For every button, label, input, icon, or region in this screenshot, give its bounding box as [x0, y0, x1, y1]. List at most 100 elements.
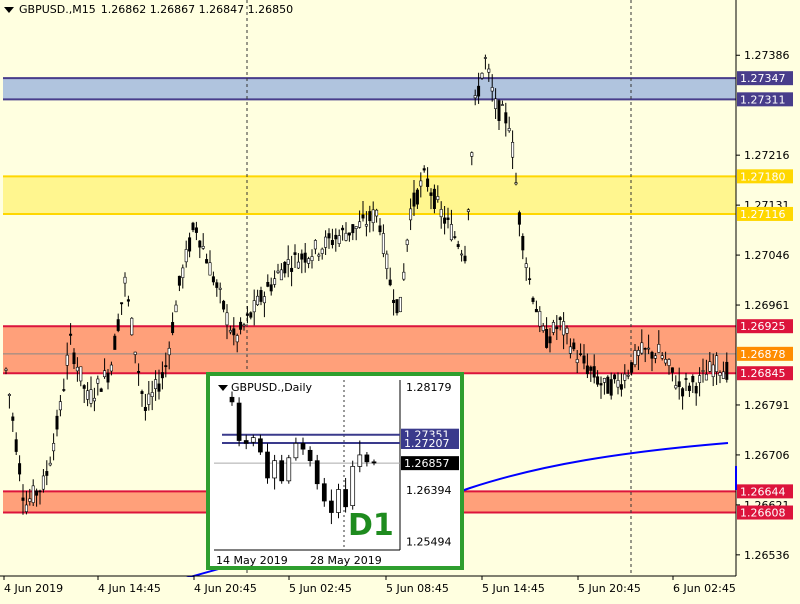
candle-body: [470, 152, 474, 157]
candle-body: [259, 290, 263, 302]
candle-body: [643, 348, 647, 350]
candle-body: [395, 299, 399, 314]
candle-body: [62, 389, 66, 391]
candle-body: [589, 366, 593, 371]
d1-badge: D1: [348, 508, 394, 543]
zone-price-label: 1.27180: [740, 170, 786, 183]
candle-body: [640, 342, 644, 354]
candle-body: [307, 258, 311, 264]
candle-body: [262, 296, 266, 304]
inset-y-tick-label: 1.28179: [406, 381, 452, 394]
candle-body: [45, 471, 49, 476]
candle-body: [381, 233, 385, 254]
candle-body: [521, 236, 525, 251]
candle-body: [65, 354, 69, 366]
price-chart[interactable]: 1.273861.272161.271311.270461.269611.267…: [0, 0, 800, 600]
current-price-label: 1.26878: [740, 348, 786, 361]
zone-price-label: 1.27347: [740, 72, 786, 85]
candle-body: [504, 112, 508, 124]
candle-body: [208, 262, 212, 276]
chart-header: GBPUSD.,M15 1.26862 1.26867 1.26847 1.26…: [4, 3, 293, 16]
candle-body: [497, 100, 501, 121]
candle-body: [551, 322, 555, 333]
candle-body: [239, 321, 243, 330]
candle-body: [232, 328, 236, 336]
candle-body: [69, 333, 73, 336]
candle-body: [694, 385, 698, 394]
candle-body: [126, 299, 130, 302]
inset-x-tick-label: 14 May 2019: [216, 554, 288, 567]
x-tick-label: 5 Jun 02:45: [289, 582, 352, 595]
candle-body: [303, 252, 307, 263]
candle-body: [7, 394, 11, 396]
candle-body: [273, 278, 277, 285]
dropdown-triangle-icon[interactable]: [4, 6, 14, 13]
candle-body: [426, 178, 430, 187]
candle-body: [721, 371, 725, 379]
candle-body: [602, 378, 606, 383]
candle-body: [228, 330, 232, 333]
candle-body: [133, 351, 137, 355]
candle-body: [276, 270, 280, 273]
candle-body: [528, 278, 532, 280]
candle-body: [626, 374, 630, 377]
candle-body: [677, 381, 681, 387]
candle-body: [674, 385, 678, 389]
chart-window[interactable]: 1.27386 1.27216 1.27131 1.27046 1.26961 1.267…: [0, 0, 800, 600]
candle-body: [72, 352, 76, 365]
candle-body: [222, 300, 226, 310]
inset-candle-body: [229, 396, 235, 403]
inset-dropdown-triangle-icon[interactable]: [218, 384, 228, 391]
candle-body: [562, 321, 566, 336]
candle-body: [616, 380, 620, 388]
candle-body: [701, 370, 705, 372]
inset-chart: 1.281791.263941.254941.273511.272071.268…: [206, 372, 464, 570]
candle-body: [167, 347, 171, 356]
candle-body: [324, 236, 328, 248]
candle-body: [177, 275, 181, 286]
candle-body: [725, 361, 729, 380]
candle-body: [487, 68, 491, 73]
candle-body: [225, 312, 229, 326]
candle-body: [171, 322, 175, 334]
candle-body: [392, 299, 396, 304]
candle-body: [269, 284, 273, 292]
candle-body: [103, 370, 107, 378]
candle-body: [443, 217, 447, 224]
candle-body: [579, 353, 583, 355]
candle-body: [86, 390, 90, 400]
candle-body: [75, 366, 79, 372]
candle-body: [279, 269, 283, 281]
candle-body: [140, 391, 144, 394]
candle-body: [473, 95, 477, 99]
candle-body: [99, 388, 103, 392]
candle-body: [300, 253, 304, 260]
candle-body: [215, 282, 219, 288]
candle-body: [667, 359, 671, 366]
candle-body: [11, 416, 15, 421]
inset-candle-body: [236, 402, 242, 441]
candle-body: [402, 271, 406, 280]
candle-body: [113, 335, 117, 350]
candle-body: [500, 104, 504, 106]
candle-body: [385, 253, 389, 269]
inset-y-tick-label: 1.26394: [406, 484, 452, 497]
candle-body: [150, 392, 154, 397]
candle-body: [691, 376, 695, 383]
candle-body: [538, 311, 542, 327]
ohlc-values: 1.26862 1.26867 1.26847 1.26850: [100, 3, 294, 16]
candle-body: [191, 222, 195, 231]
y-tick-label: 1.26791: [744, 399, 790, 412]
symbol-label: GBPUSD.,M15: [19, 3, 96, 16]
candle-body: [58, 401, 62, 411]
candle-body: [534, 308, 538, 313]
candle-body: [174, 304, 178, 313]
candle-body: [432, 188, 436, 209]
candle-body: [286, 259, 290, 265]
candle-body: [371, 209, 375, 224]
candle-body: [490, 87, 494, 92]
candle-body: [636, 350, 640, 356]
candle-body: [341, 227, 345, 231]
inset-candle-body: [343, 489, 348, 508]
candle-body: [419, 180, 423, 187]
